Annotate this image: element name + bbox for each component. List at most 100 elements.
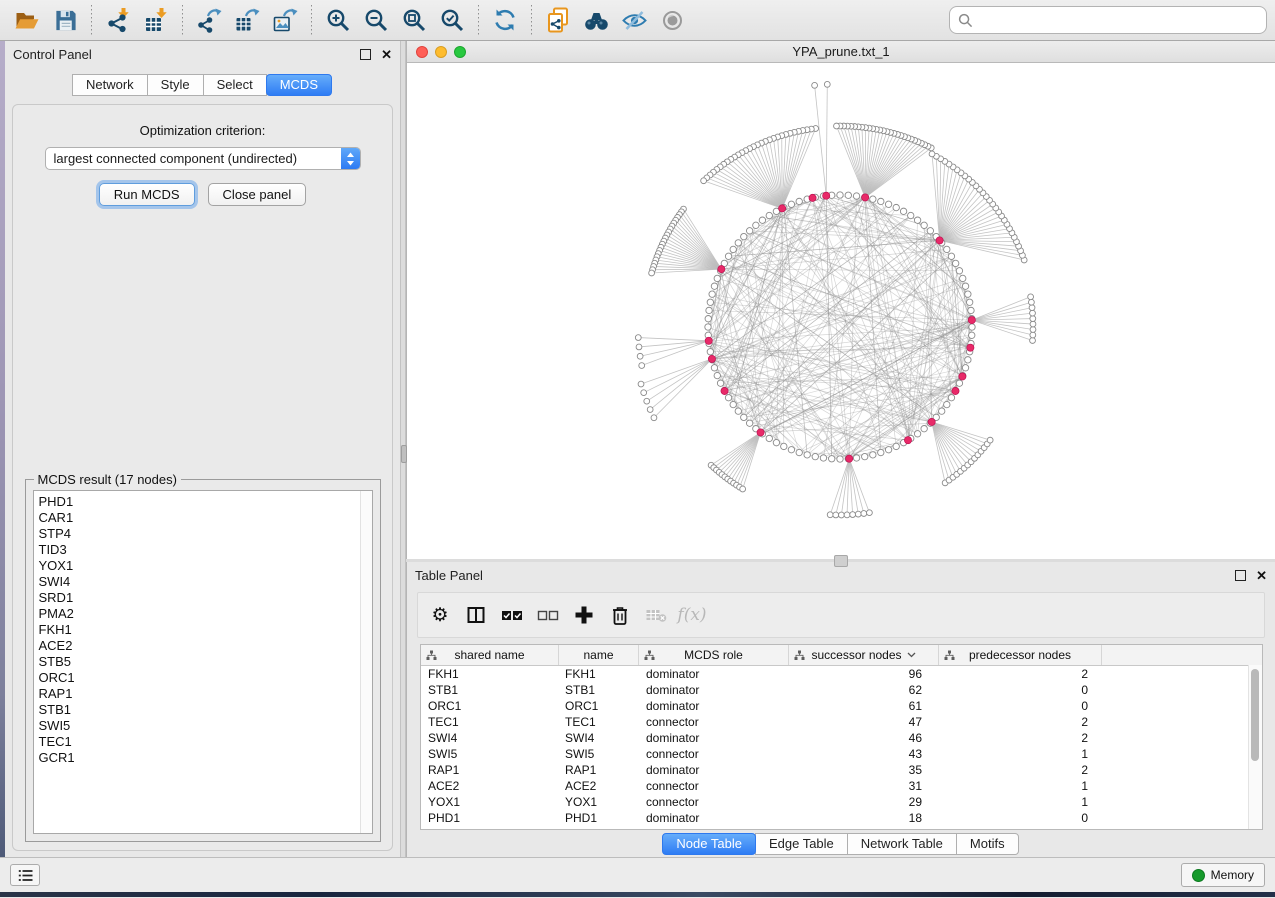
column-label: name	[583, 648, 613, 662]
mcds-result-node[interactable]: STB5	[39, 654, 372, 670]
mcds-result-node[interactable]: TEC1	[39, 734, 372, 750]
table-settings-button[interactable]: ⚙	[424, 599, 456, 631]
network-graph[interactable]	[407, 63, 1275, 559]
mcds-result-node[interactable]: YOX1	[39, 558, 372, 574]
show-graphics-details-button[interactable]	[615, 2, 653, 38]
column-header-name[interactable]: name	[559, 645, 639, 665]
column-header-mcds-role[interactable]: MCDS role	[639, 645, 789, 665]
control-panel-tab[interactable]: MCDS	[266, 74, 332, 96]
show-columns-button[interactable]	[460, 599, 492, 631]
table-row[interactable]: STB1 STB1 dominator 62 0	[421, 682, 1262, 698]
table-body: FKH1 FKH1 dominator 96 2 STB1 STB1 domin…	[421, 666, 1262, 826]
mcds-result-node[interactable]: SWI5	[39, 718, 372, 734]
select-all-button[interactable]	[496, 599, 528, 631]
result-list-scrollbar[interactable]	[360, 491, 372, 833]
control-panel-close-icon[interactable]: ✕	[381, 48, 392, 61]
clone-network-button[interactable]	[539, 2, 577, 38]
delete-column-button[interactable]	[604, 599, 636, 631]
table-row[interactable]: SWI5 SWI5 connector 43 1	[421, 746, 1262, 762]
table-row[interactable]: PHD1 PHD1 dominator 18 0	[421, 810, 1262, 826]
cell-mcds-role: dominator	[639, 811, 789, 825]
float-window-icon[interactable]	[360, 49, 371, 60]
table-row[interactable]: ACE2 ACE2 connector 31 1	[421, 778, 1262, 794]
export-table-button[interactable]	[228, 2, 266, 38]
criterion-select[interactable]: largest connected component (undirected)	[45, 147, 361, 170]
table-row[interactable]: YOX1 YOX1 connector 29 1	[421, 794, 1262, 810]
mcds-result-node[interactable]: RAP1	[39, 686, 372, 702]
refresh-button[interactable]	[486, 2, 524, 38]
export-image-icon	[272, 7, 298, 33]
cell-shared-name: RAP1	[421, 763, 559, 777]
table-row[interactable]: SWI4 SWI4 dominator 46 2	[421, 730, 1262, 746]
workspace: Control Panel ✕ NetworkStyleSelect MCDS O…	[0, 41, 1275, 857]
table-row[interactable]: RAP1 RAP1 dominator 35 2	[421, 762, 1262, 778]
mcds-result-node[interactable]: STB1	[39, 702, 372, 718]
table-tab[interactable]: Motifs	[956, 833, 1019, 855]
control-panel-tab[interactable]: Network	[72, 74, 148, 96]
hide-nodes-button[interactable]	[653, 2, 691, 38]
table-row[interactable]: ORC1 ORC1 dominator 61 0	[421, 698, 1262, 714]
table-row[interactable]: FKH1 FKH1 dominator 96 2	[421, 666, 1262, 682]
mcds-result-node[interactable]: TID3	[39, 542, 372, 558]
table-scrollbar[interactable]	[1248, 665, 1262, 829]
column-label: shared name	[454, 648, 524, 662]
control-panel-tab[interactable]: Style	[147, 74, 204, 96]
table-tab[interactable]: Network Table	[847, 833, 957, 855]
find-button[interactable]	[577, 2, 615, 38]
zoom-out-button[interactable]	[357, 2, 395, 38]
mcds-result-node[interactable]: GCR1	[39, 750, 372, 766]
mcds-result-node[interactable]: CAR1	[39, 510, 372, 526]
mcds-result-node[interactable]: STP4	[39, 526, 372, 542]
deselect-all-button[interactable]	[532, 599, 564, 631]
mcds-result-node[interactable]: ACE2	[39, 638, 372, 654]
export-image-button[interactable]	[266, 2, 304, 38]
network-canvas[interactable]	[407, 63, 1275, 559]
splitter-grip[interactable]	[401, 445, 407, 463]
table-tab[interactable]: Edge Table	[755, 833, 848, 855]
save-button[interactable]	[46, 2, 84, 38]
mcds-result-node[interactable]: SRD1	[39, 590, 372, 606]
mcds-result-node[interactable]: FKH1	[39, 622, 372, 638]
vertical-splitter[interactable]	[400, 41, 406, 857]
table-panel-close-icon[interactable]: ✕	[1256, 569, 1267, 582]
table-tab[interactable]: Node Table	[662, 833, 756, 855]
delete-table-icon	[645, 605, 667, 625]
cell-shared-name: PHD1	[421, 811, 559, 825]
column-header-shared-name[interactable]: shared name	[421, 645, 559, 665]
mcds-result-node[interactable]: ORC1	[39, 670, 372, 686]
column-header-successor-nodes[interactable]: successor nodes	[789, 645, 939, 665]
float-window-icon[interactable]	[1235, 570, 1246, 581]
zoom-fit-button[interactable]	[395, 2, 433, 38]
task-history-button[interactable]	[10, 864, 40, 886]
mcds-result-node[interactable]: PHD1	[39, 494, 372, 510]
close-panel-button[interactable]: Close panel	[208, 183, 307, 206]
export-network-button[interactable]	[190, 2, 228, 38]
control-panel-tab[interactable]: Select	[203, 74, 267, 96]
cell-successor-nodes: 43	[789, 747, 939, 761]
splitter-grip[interactable]	[834, 555, 848, 567]
import-network-button[interactable]	[99, 2, 137, 38]
column-header-predecessor-nodes[interactable]: predecessor nodes	[939, 645, 1102, 665]
cell-mcds-role: connector	[639, 779, 789, 793]
open-button[interactable]	[8, 2, 46, 38]
import-table-button[interactable]	[137, 2, 175, 38]
mcds-result-node[interactable]: SWI4	[39, 574, 372, 590]
mcds-result-node[interactable]: PMA2	[39, 606, 372, 622]
mcds-result-list[interactable]: PHD1CAR1STP4TID3YOX1SWI4SRD1PMA2FKH1ACE2…	[33, 490, 373, 834]
tab-label: MCDS	[280, 77, 318, 92]
zoom-in-button[interactable]	[319, 2, 357, 38]
search-input[interactable]	[979, 12, 1258, 29]
cell-name: ORC1	[559, 699, 639, 713]
create-column-button[interactable]	[568, 599, 600, 631]
run-mcds-button[interactable]: Run MCDS	[99, 183, 195, 206]
scrollbar-thumb[interactable]	[1251, 669, 1259, 761]
cell-successor-nodes: 47	[789, 715, 939, 729]
horizontal-splitter[interactable]	[406, 559, 1275, 562]
memory-button[interactable]: Memory	[1181, 863, 1265, 887]
control-panel-title: Control Panel	[13, 47, 92, 62]
refresh-icon	[492, 7, 518, 33]
search-icon	[958, 13, 973, 28]
mcds-result-title: MCDS result (17 nodes)	[34, 472, 181, 487]
table-row[interactable]: TEC1 TEC1 connector 47 2	[421, 714, 1262, 730]
zoom-selected-button[interactable]	[433, 2, 471, 38]
